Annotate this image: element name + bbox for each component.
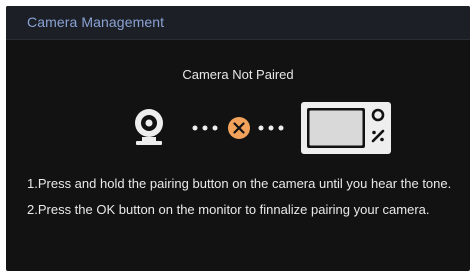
pairing-instructions: 1.Press and hold the pairing button on t…	[27, 174, 457, 226]
camera-management-panel: Camera Management Camera Not Paired 1.Pr…	[6, 6, 470, 271]
panel-header: Camera Management	[6, 6, 470, 40]
monitor-icon	[301, 102, 391, 154]
connection-dots-right	[258, 125, 284, 131]
instruction-step-2: 2.Press the OK button on the monitor to …	[27, 202, 430, 217]
pairing-status-title: Camera Not Paired	[182, 67, 294, 82]
camera-icon	[135, 109, 163, 145]
pairing-diagram	[135, 102, 391, 154]
instruction-step-1: 1.Press and hold the pairing button on t…	[27, 176, 452, 191]
close-x-icon	[228, 117, 250, 139]
connection-dots-left	[192, 125, 218, 131]
panel-title: Camera Management	[27, 14, 165, 30]
